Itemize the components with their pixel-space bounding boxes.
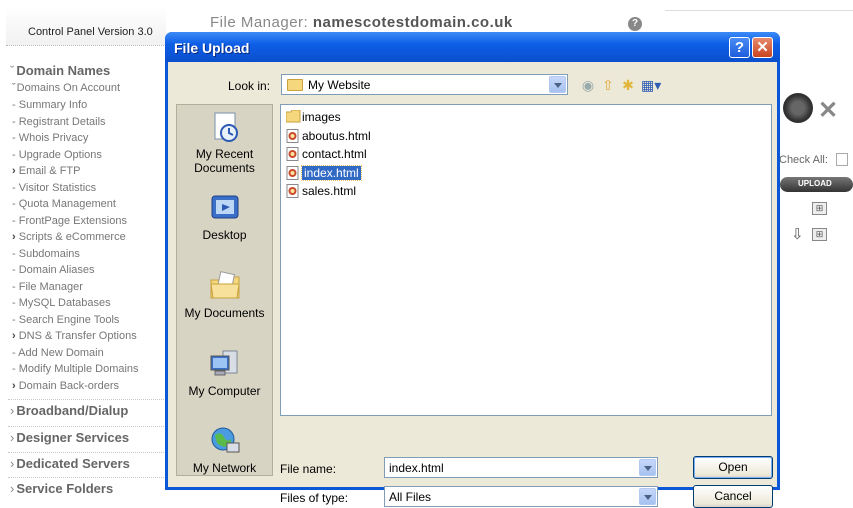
sidebar-item[interactable]: Whois Privacy (12, 132, 89, 144)
files-of-type-value: All Files (389, 490, 432, 504)
file-name: contact.html (302, 147, 367, 161)
header-rule (665, 10, 853, 11)
file-name: aboutus.html (302, 128, 371, 143)
look-in-label: Look in: (228, 79, 271, 93)
sidebar-divider (8, 452, 164, 453)
sidebar-item[interactable]: File Manager (12, 281, 83, 293)
file-list-item[interactable]: sales.html (285, 183, 356, 199)
sidebar-item[interactable]: Visitor Statistics (12, 182, 96, 194)
sidebar-item[interactable]: Dedicated Servers (10, 456, 129, 471)
my-computer-icon (210, 350, 237, 376)
my-documents-icon (209, 271, 240, 299)
upload-button[interactable]: UPLOAD (780, 177, 853, 192)
sidebar-divider (8, 477, 164, 478)
back-icon[interactable]: ◉ (580, 77, 596, 93)
check-all-label: Check All: (779, 154, 828, 166)
views-menu-icon[interactable]: ▦▾ (641, 77, 661, 93)
place-label: My Network (192, 461, 257, 475)
place-label: My Recent Documents (194, 147, 255, 175)
desktop-icon (211, 195, 238, 219)
check-all-checkbox[interactable] (836, 153, 848, 166)
sidebar-item[interactable]: Domain Aliases (12, 264, 95, 276)
sidebar-item[interactable]: Registrant Details (12, 116, 106, 128)
html-file-icon (286, 147, 299, 161)
sidebar-item[interactable]: Email & FTP (12, 165, 81, 177)
dialog-help-button[interactable]: ? (729, 37, 750, 58)
file-list-item[interactable]: index.html (285, 164, 362, 181)
sidebar-divider (8, 426, 164, 427)
file-list[interactable]: images aboutus.html contact.html index.html… (280, 104, 772, 416)
sidebar-item[interactable]: Broadband/Dialup (10, 403, 128, 418)
file-name-value: index.html (389, 461, 444, 475)
file-name: images (302, 110, 341, 124)
place-desktop[interactable]: Desktop (177, 192, 272, 242)
files-of-type-dropdown[interactable]: All Files (384, 486, 658, 507)
sidebar-item[interactable]: Quota Management (12, 198, 116, 210)
folder-icon (285, 109, 301, 124)
sidebar-item[interactable]: FrontPage Extensions (12, 215, 127, 227)
place-label: My Computer (188, 384, 261, 398)
chevron-down-icon[interactable] (639, 459, 656, 476)
page-title: File Manager: namescotestdomain.co.uk (210, 14, 513, 31)
file-name-input[interactable]: index.html (384, 457, 658, 478)
html-file-icon (286, 165, 299, 180)
html-file-icon (286, 184, 299, 198)
up-folder-icon[interactable]: ⇧ (600, 77, 616, 93)
delete-icon[interactable]: ✕ (818, 96, 838, 125)
chevron-down-icon[interactable] (549, 76, 566, 93)
file-list-item[interactable]: images (285, 109, 341, 125)
sidebar-item[interactable]: Scripts & eCommerce (12, 231, 126, 243)
sidebar-item[interactable]: Domain Back-orders (12, 380, 119, 392)
sidebar-item[interactable]: Domains On Account (12, 82, 120, 94)
sidebar-item[interactable]: Add New Domain (12, 347, 104, 359)
sidebar-item[interactable]: Service Folders (10, 481, 113, 496)
my-network-icon (211, 427, 239, 453)
recent-documents-icon (214, 112, 238, 142)
file-name: sales.html (302, 184, 357, 198)
place-label: My Documents (184, 306, 265, 320)
dialog-titlebar[interactable]: File Upload ? ✕ (165, 32, 780, 62)
sidebar-item[interactable]: Domain Names (10, 63, 110, 78)
dialog-body: Look in: My Website ◉ ⇧ ✱ ▦▾ My Recent D… (168, 62, 777, 508)
row-action-icon[interactable]: ⊞ (812, 202, 827, 215)
folder-icon (287, 79, 303, 91)
look-in-value: My Website (308, 78, 371, 92)
control-panel-version: Control Panel Version 3.0 (6, 6, 166, 46)
new-folder-icon[interactable]: ✱ (620, 77, 636, 93)
sidebar-item[interactable]: MySQL Databases (12, 297, 111, 309)
cancel-button[interactable]: Cancel (693, 485, 773, 508)
dialog-close-button[interactable]: ✕ (752, 37, 773, 58)
sidebar-item[interactable]: Modify Multiple Domains (12, 363, 139, 375)
sidebar-item[interactable]: Upgrade Options (12, 149, 102, 161)
files-of-type-label: Files of type: (280, 491, 349, 505)
help-icon[interactable]: ? (628, 17, 642, 31)
row-action-icon[interactable]: ⊞ (812, 228, 827, 241)
sidebar-item[interactable]: Summary Info (12, 99, 87, 111)
download-icon[interactable]: ⇩ (791, 225, 804, 243)
file-list-item[interactable]: aboutus.html (285, 128, 371, 144)
sidebar-divider (8, 399, 164, 400)
file-name: index.html (301, 164, 362, 181)
gear-icon[interactable] (783, 93, 813, 123)
open-button[interactable]: Open (693, 456, 773, 479)
place-my-recent-documents[interactable]: My Recent Documents (177, 111, 272, 175)
place-my-documents[interactable]: My Documents (177, 270, 272, 320)
place-label: Desktop (202, 228, 247, 242)
sidebar-item[interactable]: Designer Services (10, 430, 129, 445)
page-title-prefix: File Manager: (210, 14, 313, 31)
sidebar-item[interactable]: DNS & Transfer Options (12, 330, 137, 342)
places-bar: My Recent Documents Desktop My Documents (176, 104, 273, 476)
page-title-domain: namescotestdomain.co.uk (312, 14, 513, 31)
dialog-title: File Upload (174, 40, 250, 56)
look-in-dropdown[interactable]: My Website (281, 74, 568, 95)
html-file-icon (286, 128, 299, 143)
file-upload-dialog: File Upload ? ✕ Look in: My Website ◉ ⇧ … (165, 32, 780, 508)
place-my-network[interactable]: My Network (177, 425, 272, 475)
place-my-computer[interactable]: My Computer (177, 348, 272, 398)
file-name-label: File name: (280, 462, 337, 476)
control-panel-sidebar: Control Panel Version 3.0 Domain Names Do… (0, 0, 166, 496)
sidebar-item[interactable]: Search Engine Tools (12, 314, 120, 326)
file-list-item[interactable]: contact.html (285, 146, 367, 162)
sidebar-item[interactable]: Subdomains (12, 248, 80, 260)
